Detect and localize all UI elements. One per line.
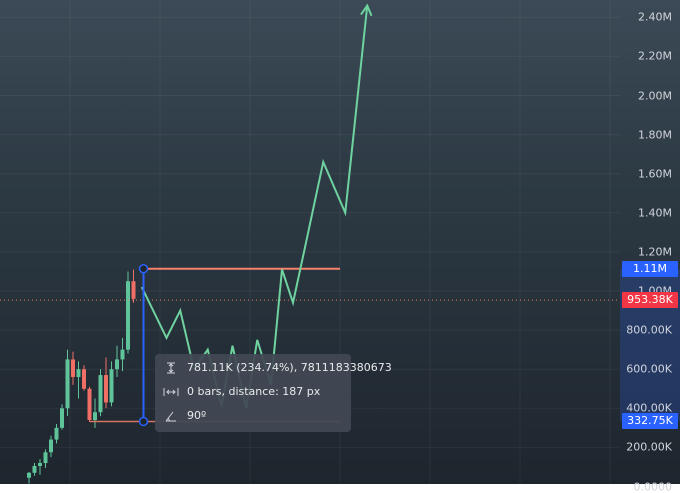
angle-text: 90º xyxy=(187,409,207,422)
high-price-badge: 1.11M xyxy=(622,260,678,277)
candle-body xyxy=(115,359,119,370)
low-price-badge: 332.75K xyxy=(622,413,678,430)
price-tick: 2.20M xyxy=(638,49,672,63)
candle-body xyxy=(98,375,103,413)
price-tick: 600.00K xyxy=(626,362,672,376)
price-change-row: 781.11K (234.74%), 7811183380673 xyxy=(163,360,392,376)
candle-body xyxy=(65,359,70,409)
current-price-badge: 953.38K xyxy=(622,292,678,309)
price-axis[interactable]: 2.40M 2.20M 2.00M 1.80M 1.60M 1.40M 1.20… xyxy=(620,0,680,493)
bars-range-icon xyxy=(163,384,179,400)
measure-handle-top xyxy=(138,263,149,274)
candle-body xyxy=(54,427,59,440)
angle-row: 90º xyxy=(163,408,206,424)
candle-body xyxy=(32,465,37,473)
candle-body xyxy=(120,349,125,360)
projection-line xyxy=(140,5,369,409)
candle-body xyxy=(109,369,114,403)
candle-body xyxy=(60,408,64,428)
candle-body xyxy=(27,472,31,478)
price-tick: 800.00K xyxy=(626,323,672,337)
candle-body xyxy=(104,375,108,403)
candle-body xyxy=(43,452,48,464)
candle-body xyxy=(93,412,97,421)
candle-body xyxy=(49,439,53,453)
candle-body xyxy=(87,388,92,421)
chart-area[interactable]: 2.40M 2.20M 2.00M 1.80M 1.60M 1.40M 1.20… xyxy=(0,0,680,493)
price-tick: 1.80M xyxy=(638,128,672,142)
measure-tooltip: 781.11K (234.74%), 7811183380673 0 bars,… xyxy=(155,354,392,432)
price-tick: 2.00M xyxy=(638,89,672,102)
candle-body xyxy=(76,369,81,378)
price-tick: 200.00K xyxy=(626,440,672,454)
measure-handle-bottom xyxy=(138,416,149,427)
price-tick: 0.0000 xyxy=(633,480,673,493)
price-tick: 2.40M xyxy=(638,10,672,24)
candle-body xyxy=(71,359,75,378)
candle-body xyxy=(126,281,130,350)
candle-body xyxy=(82,369,86,389)
candle-body xyxy=(38,463,42,466)
price-tick: 1.40M xyxy=(638,206,672,220)
price-range-icon xyxy=(163,360,179,376)
price-tick: 1.60M xyxy=(638,167,672,181)
price-tick: 1.20M xyxy=(638,245,672,259)
angle-icon xyxy=(163,408,179,424)
price-change-text: 781.11K (234.74%), 7811183380673 xyxy=(187,361,392,374)
candles-group xyxy=(27,269,136,484)
candle-body xyxy=(131,281,136,299)
bars-distance-text: 0 bars, distance: 187 px xyxy=(187,385,321,398)
bars-distance-row: 0 bars, distance: 187 px xyxy=(163,384,320,400)
